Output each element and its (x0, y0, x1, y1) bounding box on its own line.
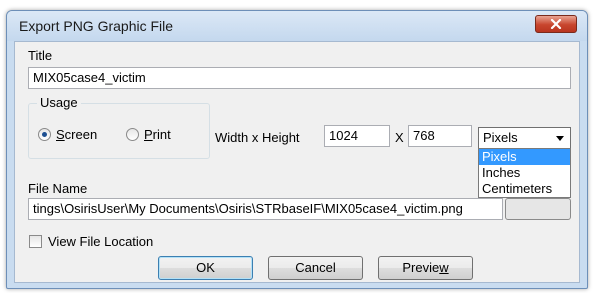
close-button[interactable] (535, 15, 577, 33)
chevron-down-icon (556, 136, 564, 141)
width-height-label: Width x Height (215, 130, 300, 145)
screen-label-rest: creen (64, 127, 98, 142)
unit-option-pixels[interactable]: Pixels (479, 149, 570, 165)
print-radio[interactable] (126, 128, 139, 141)
screen-radio[interactable] (38, 128, 51, 141)
view-location-label: View File Location (48, 234, 154, 249)
view-location-checkbox[interactable] (29, 235, 42, 248)
screen-mnemonic: S (56, 127, 65, 142)
cancel-button[interactable]: Cancel (268, 256, 363, 280)
browse-button[interactable] (505, 198, 571, 220)
unit-dropdown-list: Pixels Inches Centimeters (478, 148, 571, 198)
title-label: Title (28, 48, 53, 63)
unit-option-inches[interactable]: Inches (479, 165, 570, 181)
radio-selected-dot (42, 132, 47, 137)
title-bar[interactable]: Export PNG Graphic File (7, 11, 587, 41)
screen-radio-label[interactable]: Screen (56, 127, 97, 142)
preview-label-prefix: Previe (402, 260, 440, 275)
export-png-dialog: Export PNG Graphic File Title MIX05case4… (6, 10, 588, 289)
height-input[interactable]: 768 (408, 125, 472, 147)
file-name-label: File Name (28, 181, 88, 196)
dialog-body: Title MIX05case4_victim Usage Screen Pri… (14, 41, 580, 283)
print-mnemonic: P (144, 127, 153, 142)
unit-select[interactable]: Pixels (478, 127, 571, 149)
unit-selected-value: Pixels (483, 130, 518, 145)
ok-button[interactable]: OK (158, 256, 253, 280)
dialog-title: Export PNG Graphic File (19, 18, 174, 34)
usage-group-label: Usage (37, 95, 81, 110)
print-label-rest: rint (152, 127, 171, 142)
preview-button[interactable]: Preview (378, 256, 473, 280)
close-x-icon (550, 19, 562, 29)
dimension-separator: X (395, 130, 404, 145)
title-input[interactable]: MIX05case4_victim (28, 67, 571, 89)
width-input[interactable]: 1024 (324, 125, 390, 147)
preview-mnemonic: w (439, 260, 449, 275)
file-name-input[interactable]: tings\OsirisUser\My Documents\Osiris\STR… (28, 198, 503, 220)
unit-option-centimeters[interactable]: Centimeters (479, 181, 570, 197)
print-radio-label[interactable]: Print (144, 127, 171, 142)
